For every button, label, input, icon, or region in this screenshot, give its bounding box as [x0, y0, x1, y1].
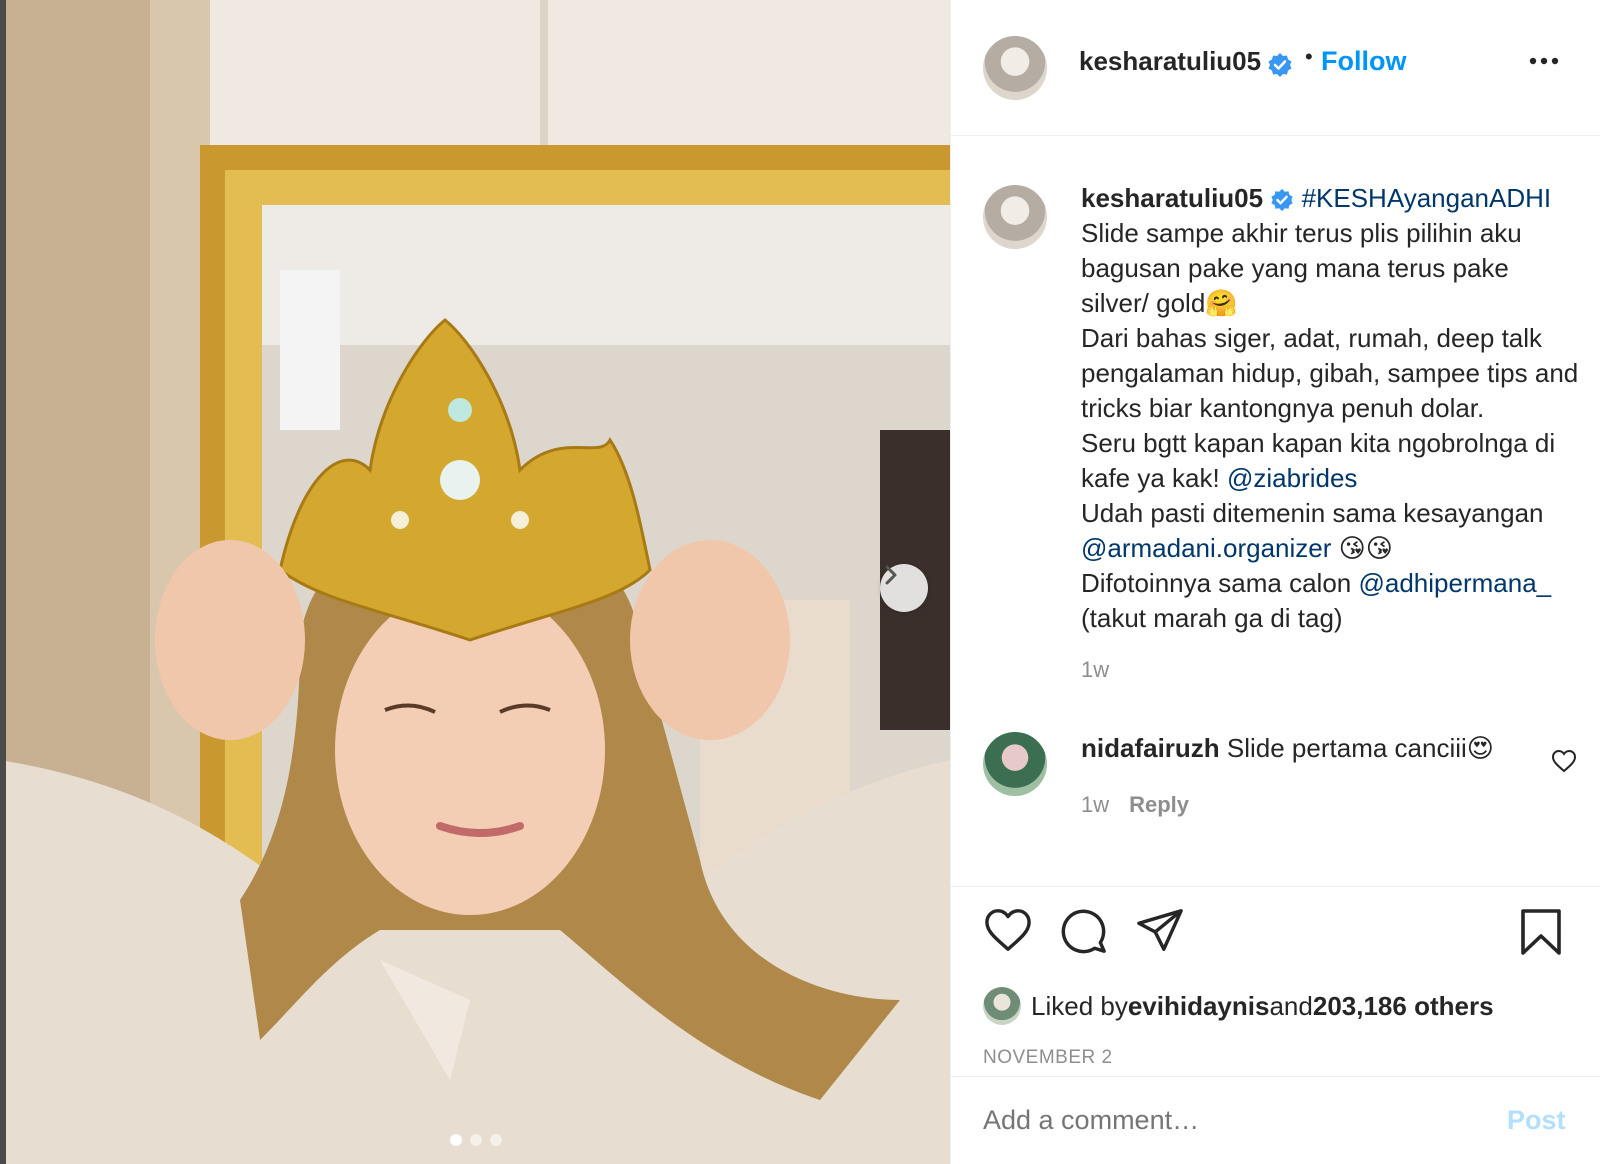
caption-text-5: Difotoinnya sama calon — [1081, 568, 1359, 598]
liker-username[interactable]: evihidaynis — [1128, 991, 1270, 1022]
reply-button[interactable]: Reply — [1129, 792, 1189, 817]
carousel-dot-1 — [450, 1134, 462, 1146]
caption-text-1: Slide sampe akhir terus plis pilihin aku… — [1081, 218, 1522, 318]
carousel-dot-2 — [470, 1134, 482, 1146]
caption-text-6: (takut marah ga di tag) — [1081, 603, 1343, 633]
likes-prefix: Liked by — [1031, 990, 1128, 1021]
comment-meta: 1w Reply — [1081, 792, 1189, 818]
verified-badge-icon — [1267, 52, 1293, 78]
commenter-avatar[interactable] — [983, 732, 1047, 796]
add-comment-bar: Post — [951, 1076, 1600, 1164]
verified-badge-icon — [1270, 183, 1294, 213]
comment-like-heart-icon[interactable] — [1551, 749, 1577, 778]
comment-text: Slide pertama canciii😍 — [1219, 733, 1494, 763]
chevron-right-icon — [885, 565, 897, 585]
post-caption: kesharatuliu05 #KESHAyanganADHI Slide sa… — [1081, 181, 1581, 636]
photo-illustration — [0, 0, 950, 1164]
author-avatar[interactable] — [983, 36, 1047, 100]
more-options-icon[interactable] — [1529, 54, 1559, 72]
post-comment-button[interactable]: Post — [1507, 1105, 1566, 1136]
liker-avatar[interactable] — [983, 987, 1021, 1025]
post-header: kesharatuliu05 • Follow — [951, 0, 1600, 136]
commenter-username[interactable]: nidafairuzh — [1081, 733, 1220, 763]
likes-middle: and — [1269, 990, 1313, 1021]
caption-timestamp[interactable]: 1w — [1081, 657, 1109, 683]
photo-edge — [0, 0, 6, 1164]
post-details-panel: kesharatuliu05 • Follow kesharatuliu05 #… — [950, 0, 1600, 1164]
likes-summary[interactable]: Liked by evihidaynis and 203,186 others — [983, 987, 1494, 1025]
mention-armadani-organizer[interactable]: @armadani.organizer — [1081, 533, 1331, 563]
mention-adhipermana[interactable]: @adhipermana_ — [1358, 568, 1551, 598]
heart-icon[interactable] — [983, 907, 1033, 958]
caption-emoji: 😘😘 — [1331, 533, 1393, 563]
comment-timestamp[interactable]: 1w — [1081, 792, 1109, 817]
follow-button[interactable]: Follow — [1321, 46, 1406, 77]
bookmark-icon[interactable] — [1519, 907, 1563, 962]
author-username[interactable]: kesharatuliu05 — [1079, 46, 1261, 77]
comments-list: kesharatuliu05 #KESHAyanganADHI Slide sa… — [951, 137, 1600, 885]
carousel-indicator — [450, 1134, 502, 1146]
mention-ziabrides[interactable]: @ziabrides — [1227, 463, 1357, 493]
carousel-next-button[interactable] — [880, 564, 928, 612]
carousel-dot-3 — [490, 1134, 502, 1146]
post-actions: Liked by evihidaynis and 203,186 others … — [951, 886, 1600, 1076]
header-separator: • — [1305, 44, 1313, 69]
caption-author-avatar[interactable] — [983, 185, 1047, 249]
send-icon[interactable] — [1135, 907, 1185, 958]
likes-count[interactable]: 203,186 others — [1313, 991, 1494, 1022]
post-date[interactable]: NOVEMBER 2 — [983, 1047, 1113, 1069]
comment-input[interactable] — [983, 1105, 1483, 1136]
caption-text-4: Udah pasti ditemenin sama kesayangan — [1081, 498, 1544, 528]
comment: nidafairuzh Slide pertama canciii😍 — [1081, 731, 1521, 766]
caption-username[interactable]: kesharatuliu05 — [1081, 183, 1263, 213]
caption-text-2: Dari bahas siger, adat, rumah, deep talk… — [1081, 323, 1579, 423]
caption-hashtag[interactable]: #KESHAyanganADHI — [1302, 183, 1552, 213]
comment-icon[interactable] — [1059, 907, 1109, 960]
post-photo[interactable] — [0, 0, 950, 1164]
